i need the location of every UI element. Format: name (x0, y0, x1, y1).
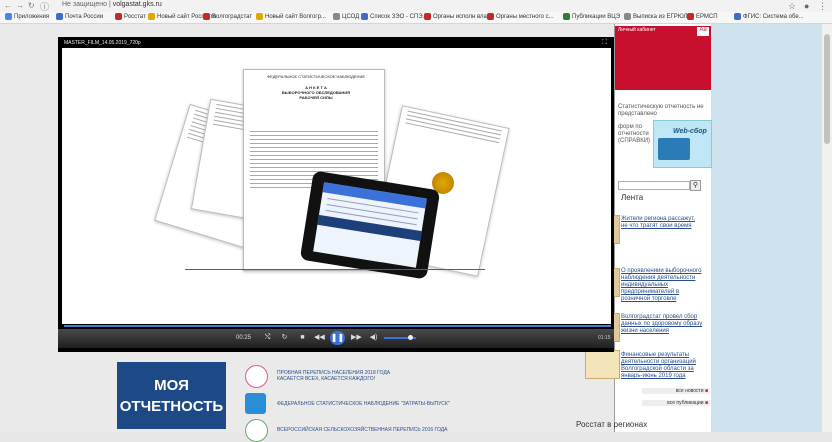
shuffle-icon[interactable]: ⤭ (263, 333, 272, 342)
forward-icon[interactable]: ▶▶ (351, 333, 362, 342)
my-reporting-banner[interactable]: МОЯ ОТЧЕТНОСТЬ (117, 362, 226, 429)
bookmark-label: Органы местного с... (496, 13, 554, 20)
news-link[interactable]: О проявлениии выборочного наблюдения дея… (621, 268, 703, 303)
bookmark-label: Волгоградстат (212, 13, 253, 20)
search-input[interactable] (618, 181, 690, 190)
census-link[interactable]: ВСЕРОССИЙСКАЯ СЕЛЬСКОХОЗЯЙСТВЕННАЯ ПЕРЕП… (277, 427, 448, 433)
census-logo[interactable] (245, 365, 268, 388)
all-news-link[interactable]: все новости ■ (642, 388, 710, 394)
volume-knob[interactable] (408, 335, 413, 340)
forward-icon[interactable]: → (16, 1, 24, 10)
bookmark-item[interactable]: Органы исполн вла... (424, 13, 492, 20)
bookmark-label: ФГИС: Система обе... (743, 13, 804, 20)
reload-icon[interactable]: ↻ (28, 1, 35, 10)
bookmark-icon (115, 13, 122, 20)
scrollbar-thumb[interactable] (824, 34, 830, 144)
fullscreen-icon[interactable]: ⛶ (602, 39, 607, 47)
census-link[interactable]: ПРОБНАЯ ПЕРЕПИСЬ НАСЕЛЕНИЯ 2018 ГОДА КАСА… (277, 370, 390, 382)
url-field[interactable]: Не защищено | volgastat.gks.ru (62, 1, 162, 8)
census-link[interactable]: ФЕДЕРАЛЬНОЕ СТАТИСТИЧЕСКОЕ НАБЛЮДЕНИЕ "З… (277, 401, 450, 407)
bookmark-icon (148, 13, 155, 20)
bookmark-label: Почта России (65, 13, 104, 20)
cabinet-link[interactable]: Личный кабинет (618, 27, 656, 33)
elapsed-time: 00:25 (236, 335, 252, 341)
laptop-icon (658, 138, 690, 160)
bookmark-icon (487, 13, 494, 20)
bookmark-item[interactable]: Росстат (115, 13, 146, 20)
news-heading: Лента (621, 193, 644, 202)
video-title: MASTER_FILM_14.05.2019_720p (64, 40, 141, 46)
bookmark-item[interactable]: Почта России (56, 13, 103, 20)
bookmark-icon (624, 13, 631, 20)
bookmark-item[interactable]: Приложения (5, 13, 49, 20)
all-publications-link[interactable]: все публикации ■ (642, 400, 710, 406)
report-notice[interactable]: Статистическую отчетность не представлен… (618, 104, 708, 118)
doc-title-line: ФЕДЕРАЛЬНОЕ СТАТИСТИЧЕСКОЕ НАБЛЮДЕНИЕ (267, 74, 365, 79)
bookmark-label: Список ЗЭО - СПЭ... (370, 13, 428, 20)
bookmark-label: ЦСОД (342, 13, 360, 20)
news-link[interactable]: Волгоградстат провел сбор данных по здор… (621, 314, 703, 335)
agri-census-logo[interactable] (245, 419, 268, 442)
bookmark-label: Органы исполн вла... (433, 13, 492, 20)
document-title: ФЕДЕРАЛЬНОЕ СТАТИСТИЧЕСКОЕ НАБЛЮДЕНИЕ А … (256, 74, 376, 100)
banner-line: ОТЧЕТНОСТЬ (119, 398, 224, 415)
bookmark-item[interactable]: Публикации ВЦЭ (563, 13, 620, 20)
search-icon[interactable]: ⚲ (690, 180, 701, 191)
bookmark-item[interactable]: Волгоградстат (203, 13, 252, 20)
bookmark-item[interactable]: Новый сайт Волгогр... (256, 13, 326, 20)
census-subtitle: КАСАЕТСЯ ВСЕХ, КАСАЕТСЯ КАЖДОГО! (277, 376, 376, 382)
stop-icon[interactable]: ■ (298, 333, 307, 342)
bookmark-icon (734, 13, 741, 20)
total-duration: 01:15 (598, 335, 611, 341)
rewind-icon[interactable]: ◀◀ (314, 333, 325, 342)
bookmark-icon (563, 13, 570, 20)
star-icon[interactable]: ☆ (788, 1, 796, 12)
bookmark-label: Новый сайт Волгогр... (265, 13, 326, 20)
bookmark-item[interactable]: Органы местного с... (487, 13, 554, 20)
table-edge-line (185, 269, 485, 270)
video-progress-bar[interactable] (64, 325, 611, 327)
bookmark-icon (256, 13, 263, 20)
repeat-icon[interactable]: ↻ (280, 333, 289, 342)
bookmark-icon (333, 13, 340, 20)
profile-icon[interactable]: ● (804, 1, 809, 11)
bookmark-icon (687, 13, 694, 20)
volume-icon[interactable]: ◀) (369, 333, 378, 342)
pause-button[interactable]: ❚❚ (330, 331, 345, 345)
webcor-label: Web-сбор (673, 128, 707, 135)
banner-line: МОЯ (154, 377, 189, 394)
forms-notice[interactable]: форм по отчетности (СПРАВКИ) (618, 124, 652, 145)
bookmark-label: ЕРМСП (696, 13, 718, 20)
bookmark-label: Приложения (14, 13, 50, 20)
bookmark-item[interactable]: ЕРМСП (687, 13, 718, 20)
io-logo[interactable] (245, 393, 266, 414)
bookmark-item[interactable]: ФГИС: Система обе... (734, 13, 804, 20)
bookmark-item[interactable]: Выписка из ЕГРЮЛ (624, 13, 687, 20)
back-icon[interactable]: ← (4, 1, 12, 10)
bookmark-icon (361, 13, 368, 20)
bookmark-label: Росстат (124, 13, 146, 20)
site-side-panel (711, 24, 822, 432)
bookmark-item[interactable]: ЦСОД (333, 13, 359, 20)
bookmark-icon (56, 13, 63, 20)
news-link[interactable]: Жители региона рассажут, не что тратят с… (621, 216, 703, 230)
news-link[interactable]: Финансовые результаты деятельности орган… (621, 352, 703, 380)
bookmark-label: Публикации ВЦЭ (572, 13, 621, 20)
accessibility-icon[interactable]: Aa (697, 27, 709, 36)
doc-title-line: РАБОЧЕЙ СИЛЫ (299, 95, 333, 100)
news-thumbnail[interactable] (585, 350, 620, 379)
bookmark-icon (203, 13, 210, 20)
bookmark-label: Выписка из ЕГРЮЛ (633, 13, 688, 20)
menu-icon[interactable]: ⋮ (818, 1, 827, 12)
regions-heading: Росстат в регионах (576, 420, 648, 429)
bookmark-icon (424, 13, 431, 20)
bookmark-item[interactable]: Список ЗЭО - СПЭ... (361, 13, 428, 20)
bookmark-icon (5, 13, 12, 20)
